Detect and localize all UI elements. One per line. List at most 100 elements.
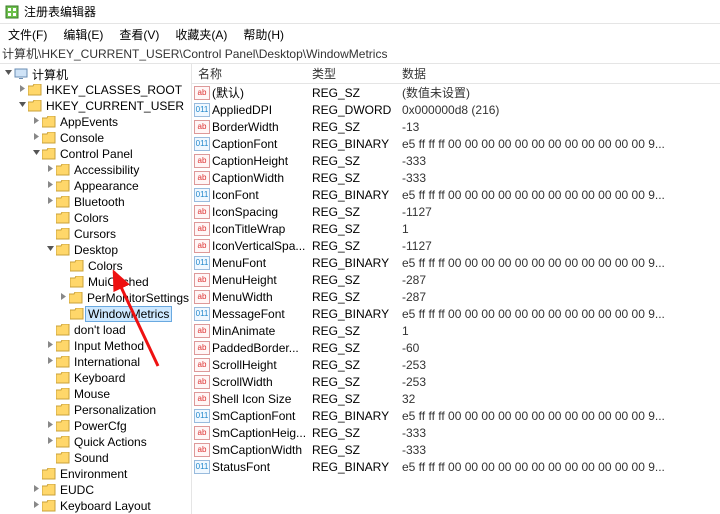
tree-item[interactable]: Colors bbox=[0, 210, 191, 226]
value-data: -333 bbox=[402, 171, 720, 185]
expand-icon[interactable] bbox=[44, 196, 56, 208]
tree-item[interactable]: Input Method bbox=[0, 338, 191, 354]
tree-item[interactable]: Appearance bbox=[0, 178, 191, 194]
tree-item[interactable]: HKEY_CLASSES_ROOT bbox=[0, 82, 191, 98]
tree-view[interactable]: 计算机 HKEY_CLASSES_ROOTHKEY_CURRENT_USERAp… bbox=[0, 64, 192, 514]
menu-file[interactable]: 文件(F) bbox=[4, 26, 51, 43]
expand-icon[interactable] bbox=[44, 436, 56, 448]
value-row[interactable]: abIconVerticalSpa...REG_SZ-1127 bbox=[192, 237, 720, 254]
value-row[interactable]: abPaddedBorder...REG_SZ-60 bbox=[192, 339, 720, 356]
expand-icon[interactable] bbox=[44, 356, 56, 368]
tree-label: Sound bbox=[72, 451, 111, 465]
value-row[interactable]: abBorderWidthREG_SZ-13 bbox=[192, 118, 720, 135]
menu-favorites[interactable]: 收藏夹(A) bbox=[171, 26, 231, 43]
tree-item[interactable]: HKEY_CURRENT_USER bbox=[0, 98, 191, 114]
tree-label: PerMonitorSettings bbox=[85, 291, 191, 305]
tree-label: EUDC bbox=[58, 483, 96, 497]
tree-item[interactable]: PowerCfg bbox=[0, 418, 191, 434]
expand-icon[interactable] bbox=[44, 180, 56, 192]
expand-icon[interactable] bbox=[44, 244, 56, 256]
folder-icon bbox=[42, 468, 56, 480]
list-header[interactable]: 名称 类型 数据 bbox=[192, 64, 720, 84]
value-data: -333 bbox=[402, 443, 720, 457]
col-name[interactable]: 名称 bbox=[192, 65, 312, 82]
folder-icon bbox=[56, 324, 70, 336]
value-row[interactable]: abCaptionHeightREG_SZ-333 bbox=[192, 152, 720, 169]
value-row[interactable]: abSmCaptionWidthREG_SZ-333 bbox=[192, 441, 720, 458]
value-row[interactable]: 011CaptionFontREG_BINARYe5 ff ff ff 00 0… bbox=[192, 135, 720, 152]
value-row[interactable]: 011IconFontREG_BINARYe5 ff ff ff 00 00 0… bbox=[192, 186, 720, 203]
list-body[interactable]: ab(默认)REG_SZ(数值未设置)011AppliedDPIREG_DWOR… bbox=[192, 84, 720, 475]
expand-icon[interactable] bbox=[16, 100, 28, 112]
tree-item[interactable]: International bbox=[0, 354, 191, 370]
tree-item[interactable]: Mouse bbox=[0, 386, 191, 402]
tree-item[interactable]: MuiCached bbox=[0, 274, 191, 290]
tree-item[interactable]: Bluetooth bbox=[0, 194, 191, 210]
expand-icon[interactable] bbox=[44, 164, 56, 176]
expand-icon[interactable] bbox=[58, 292, 69, 304]
value-row[interactable]: 011SmCaptionFontREG_BINARYe5 ff ff ff 00… bbox=[192, 407, 720, 424]
expand-icon[interactable] bbox=[30, 148, 42, 160]
tree-item[interactable]: Cursors bbox=[0, 226, 191, 242]
tree-label: Colors bbox=[72, 211, 111, 225]
tree-item[interactable]: Environment bbox=[0, 466, 191, 482]
value-row[interactable]: 011MessageFontREG_BINARYe5 ff ff ff 00 0… bbox=[192, 305, 720, 322]
expand-icon[interactable] bbox=[30, 500, 42, 512]
expand-icon[interactable] bbox=[44, 340, 56, 352]
value-data: e5 ff ff ff 00 00 00 00 00 00 00 00 00 0… bbox=[402, 307, 720, 321]
tree-item[interactable]: Control Panel bbox=[0, 146, 191, 162]
tree-item[interactable]: Console bbox=[0, 130, 191, 146]
tree-item[interactable]: Sound bbox=[0, 450, 191, 466]
value-row[interactable]: abCaptionWidthREG_SZ-333 bbox=[192, 169, 720, 186]
folder-icon bbox=[42, 148, 56, 160]
tree-item[interactable]: Personalization bbox=[0, 402, 191, 418]
value-row[interactable]: 011AppliedDPIREG_DWORD0x000000d8 (216) bbox=[192, 101, 720, 118]
value-row[interactable]: 011MenuFontREG_BINARYe5 ff ff ff 00 00 0… bbox=[192, 254, 720, 271]
col-data[interactable]: 数据 bbox=[402, 65, 720, 82]
value-type: REG_SZ bbox=[312, 171, 402, 185]
value-type: REG_SZ bbox=[312, 154, 402, 168]
tree-root[interactable]: 计算机 bbox=[0, 66, 191, 82]
tree-item[interactable]: WindowMetrics bbox=[0, 306, 191, 322]
value-row[interactable]: ab(默认)REG_SZ(数值未设置) bbox=[192, 84, 720, 101]
tree-item[interactable]: Quick Actions bbox=[0, 434, 191, 450]
value-row[interactable]: abScrollHeightREG_SZ-253 bbox=[192, 356, 720, 373]
tree-label: don't load bbox=[72, 323, 128, 337]
tree-item[interactable]: Keyboard bbox=[0, 370, 191, 386]
value-row[interactable]: abIconTitleWrapREG_SZ1 bbox=[192, 220, 720, 237]
folder-icon bbox=[56, 372, 70, 384]
tree-item[interactable]: Accessibility bbox=[0, 162, 191, 178]
expand-icon[interactable] bbox=[30, 484, 42, 496]
value-row[interactable]: abIconSpacingREG_SZ-1127 bbox=[192, 203, 720, 220]
value-name: (默认) bbox=[212, 84, 312, 101]
expand-icon[interactable] bbox=[30, 132, 42, 144]
value-data: -287 bbox=[402, 273, 720, 287]
value-data: 32 bbox=[402, 392, 720, 406]
value-row[interactable]: abMenuWidthREG_SZ-287 bbox=[192, 288, 720, 305]
tree-item[interactable]: EUDC bbox=[0, 482, 191, 498]
expand-icon[interactable] bbox=[16, 84, 28, 96]
expand-icon[interactable] bbox=[44, 420, 56, 432]
tree-item[interactable]: don't load bbox=[0, 322, 191, 338]
value-row[interactable]: abScrollWidthREG_SZ-253 bbox=[192, 373, 720, 390]
value-type-icon: ab bbox=[194, 443, 210, 457]
value-row[interactable]: 011StatusFontREG_BINARYe5 ff ff ff 00 00… bbox=[192, 458, 720, 475]
tree-item[interactable]: Keyboard Layout bbox=[0, 498, 191, 514]
tree-item[interactable]: PerMonitorSettings bbox=[0, 290, 191, 306]
tree-label: Input Method bbox=[72, 339, 146, 353]
menu-edit[interactable]: 编辑(E) bbox=[59, 26, 107, 43]
expand-icon[interactable] bbox=[30, 116, 42, 128]
tree-item[interactable]: AppEvents bbox=[0, 114, 191, 130]
address-bar[interactable]: 计算机\HKEY_CURRENT_USER\Control Panel\Desk… bbox=[0, 44, 720, 64]
value-row[interactable]: abShell Icon SizeREG_SZ32 bbox=[192, 390, 720, 407]
col-type[interactable]: 类型 bbox=[312, 65, 402, 82]
value-row[interactable]: abMinAnimateREG_SZ1 bbox=[192, 322, 720, 339]
value-type: REG_DWORD bbox=[312, 103, 402, 117]
value-data: -333 bbox=[402, 426, 720, 440]
value-row[interactable]: abSmCaptionHeig...REG_SZ-333 bbox=[192, 424, 720, 441]
menu-help[interactable]: 帮助(H) bbox=[239, 26, 288, 43]
menu-view[interactable]: 查看(V) bbox=[115, 26, 163, 43]
value-row[interactable]: abMenuHeightREG_SZ-287 bbox=[192, 271, 720, 288]
tree-item[interactable]: Desktop bbox=[0, 242, 191, 258]
tree-item[interactable]: Colors bbox=[0, 258, 191, 274]
